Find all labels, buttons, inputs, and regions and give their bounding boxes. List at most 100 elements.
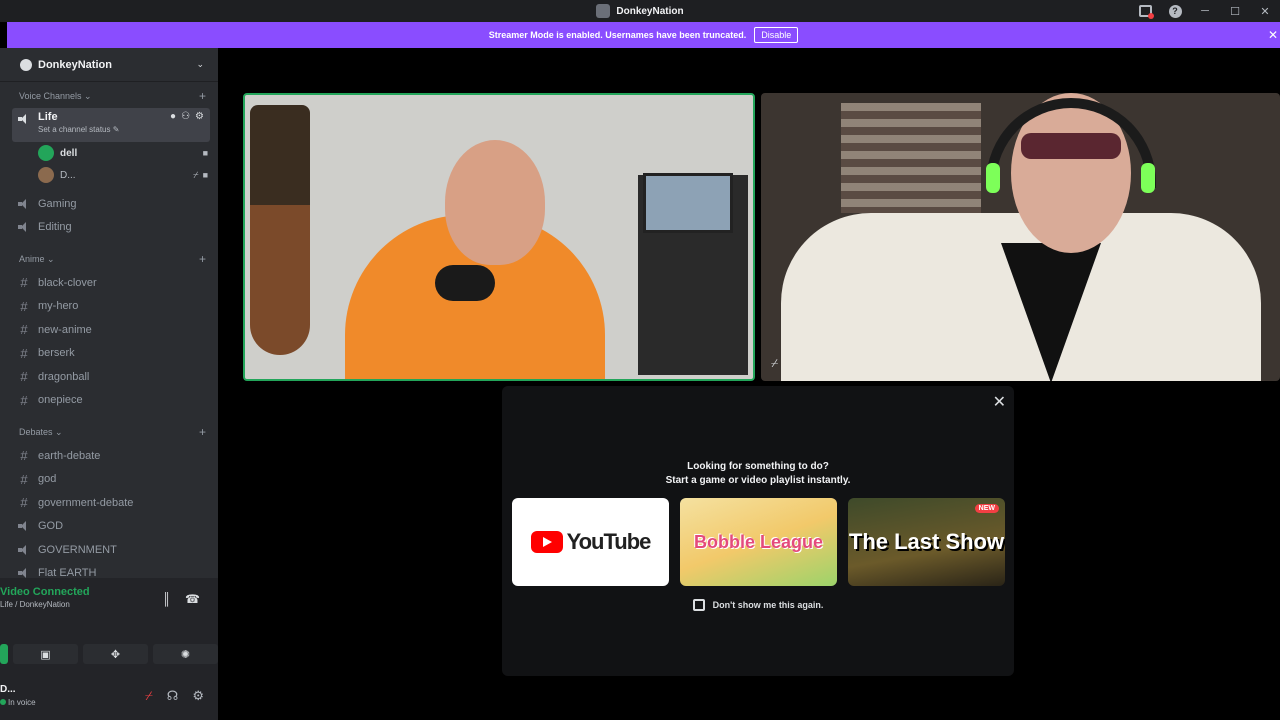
- avatar: [38, 145, 54, 161]
- server-avatar-icon: [596, 4, 611, 18]
- dont-show-checkbox[interactable]: [692, 599, 705, 611]
- soundboard-icon: ✺: [180, 648, 191, 661]
- disable-streamer-mode-button[interactable]: Disable: [754, 27, 799, 43]
- close-icon[interactable]: ✕: [993, 392, 1006, 412]
- text-channel[interactable]: # earth-debate: [12, 444, 210, 468]
- voice-channel[interactable]: GOVERNMENT: [12, 538, 210, 562]
- video-tile-speaking[interactable]: [243, 93, 755, 381]
- text-channel[interactable]: # new-anime: [12, 318, 210, 342]
- chat-icon[interactable]: ●: [170, 111, 176, 122]
- soundboard-button[interactable]: ✺: [153, 644, 218, 664]
- muted-mic-icon[interactable]: ⌿: [145, 688, 153, 704]
- username[interactable]: D...: [0, 684, 16, 695]
- text-channel[interactable]: # god: [12, 468, 210, 492]
- window-close-button[interactable]: ✕: [1250, 0, 1280, 22]
- status-dot-icon: [0, 699, 6, 705]
- guild-name: DonkeyNation: [38, 58, 112, 71]
- inbox-button[interactable]: [1130, 0, 1160, 22]
- banner-text: Streamer Mode is enabled. Usernames have…: [488, 30, 747, 40]
- video-frame-headset: [986, 98, 1156, 188]
- disconnect-icon[interactable]: ☎: [185, 592, 200, 606]
- channel-label: dragonball: [38, 370, 90, 383]
- hash-icon: #: [20, 275, 28, 291]
- activity-card-last-show[interactable]: NEW The Last Show: [848, 498, 1005, 586]
- voice-channel-gaming[interactable]: Gaming: [12, 192, 210, 216]
- chevron-down-icon: ⌄: [196, 59, 204, 69]
- banner-close-icon[interactable]: ✕: [1268, 28, 1278, 42]
- channel-label: Life: [38, 111, 58, 123]
- text-channel[interactable]: # onepiece: [12, 389, 210, 413]
- speaker-icon: [18, 544, 30, 555]
- video-frame-microphone: [435, 265, 495, 301]
- hash-icon: #: [20, 345, 28, 361]
- activities-icon: ✥: [110, 648, 121, 661]
- invite-icon[interactable]: ⚇: [181, 111, 190, 122]
- guild-header[interactable]: DonkeyNation ⌄: [0, 48, 218, 82]
- minimize-button[interactable]: ─: [1190, 0, 1220, 22]
- hash-icon: #: [20, 298, 28, 314]
- camera-button[interactable]: [0, 644, 8, 664]
- app-title: DonkeyNation: [596, 4, 684, 18]
- channel-label: berserk: [38, 347, 75, 360]
- channel-sidebar: DonkeyNation ⌄ Voice Channels ⌄ + Life S…: [0, 48, 218, 578]
- guild-icon: [20, 58, 32, 71]
- text-channel[interactable]: # government-debate: [12, 491, 210, 515]
- heading-line2: Start a game or video playlist instantly…: [665, 475, 851, 486]
- dont-show-again[interactable]: Don't show me this again.: [502, 599, 1014, 611]
- voice-channel-life[interactable]: Life Set a channel status ✎ ● ⚇ ⚙: [12, 108, 210, 142]
- speaker-icon: [18, 521, 30, 532]
- voice-channel[interactable]: Flat EARTH: [12, 562, 210, 578]
- help-button[interactable]: ?: [1160, 0, 1190, 22]
- category-voice-channels[interactable]: Voice Channels ⌄ +: [0, 84, 218, 108]
- youtube-play-icon: [530, 531, 563, 553]
- channel-label: Editing: [38, 221, 72, 234]
- hash-icon: #: [20, 322, 28, 338]
- dont-show-label: Don't show me this again.: [712, 600, 824, 610]
- voice-channel-editing[interactable]: Editing: [12, 216, 210, 240]
- channel-label: GOVERNMENT: [38, 543, 117, 556]
- gear-icon[interactable]: ⚙: [195, 111, 204, 122]
- add-channel-icon[interactable]: +: [199, 425, 206, 439]
- category-label: Anime: [19, 253, 45, 264]
- text-channel[interactable]: # black-clover: [12, 271, 210, 295]
- screen-share-button[interactable]: ▣: [13, 644, 78, 664]
- category-debates[interactable]: Debates ⌄ +: [0, 420, 218, 444]
- channel-label: my-hero: [38, 300, 79, 313]
- category-anime[interactable]: Anime ⌄ +: [0, 247, 218, 271]
- voice-member[interactable]: D... ⌿ ■: [38, 164, 208, 186]
- voice-member[interactable]: dell ■: [38, 142, 208, 164]
- activity-card-bobble-league[interactable]: Bobble League: [680, 498, 837, 586]
- text-channel[interactable]: # berserk: [12, 342, 210, 366]
- add-channel-icon[interactable]: +: [199, 89, 206, 103]
- activity-card-youtube[interactable]: YouTube: [512, 498, 669, 586]
- maximize-button[interactable]: ☐: [1220, 0, 1250, 22]
- speaker-icon: [18, 198, 30, 209]
- window-title: DonkeyNation: [616, 5, 684, 17]
- activity-name: The Last Show: [848, 529, 1005, 554]
- noise-suppression-icon[interactable]: ║: [163, 592, 172, 606]
- text-channel[interactable]: # dragonball: [12, 365, 210, 389]
- channel-label: black-clover: [38, 276, 97, 289]
- headphones-icon[interactable]: ☊: [167, 688, 179, 704]
- voice-channel[interactable]: GOD: [12, 515, 210, 539]
- channel-label: government-debate: [38, 496, 134, 509]
- channel-label: earth-debate: [38, 449, 101, 462]
- speaker-icon: [18, 568, 30, 578]
- new-badge: NEW: [974, 504, 999, 513]
- modal-heading: Looking for something to do? Start a gam…: [502, 460, 1014, 488]
- activity-name: Bobble League: [693, 532, 823, 552]
- streamer-mode-banner: Streamer Mode is enabled. Usernames have…: [7, 22, 1280, 48]
- speaker-icon: [18, 222, 30, 233]
- hash-icon: #: [20, 448, 28, 464]
- hash-icon: #: [20, 369, 28, 385]
- user-settings-gear-icon[interactable]: ⚙: [192, 688, 204, 704]
- hash-icon: #: [20, 495, 28, 511]
- activities-button[interactable]: ✥: [83, 644, 148, 664]
- video-tile[interactable]: ⌿: [761, 93, 1280, 381]
- inbox-icon: [1138, 5, 1154, 19]
- channel-status[interactable]: Set a channel status ✎: [38, 125, 119, 134]
- text-channel[interactable]: # my-hero: [12, 295, 210, 319]
- add-channel-icon[interactable]: +: [199, 252, 206, 266]
- avatar: [38, 167, 54, 183]
- title-bar: DonkeyNation ? ─ ☐ ✕: [0, 0, 1280, 22]
